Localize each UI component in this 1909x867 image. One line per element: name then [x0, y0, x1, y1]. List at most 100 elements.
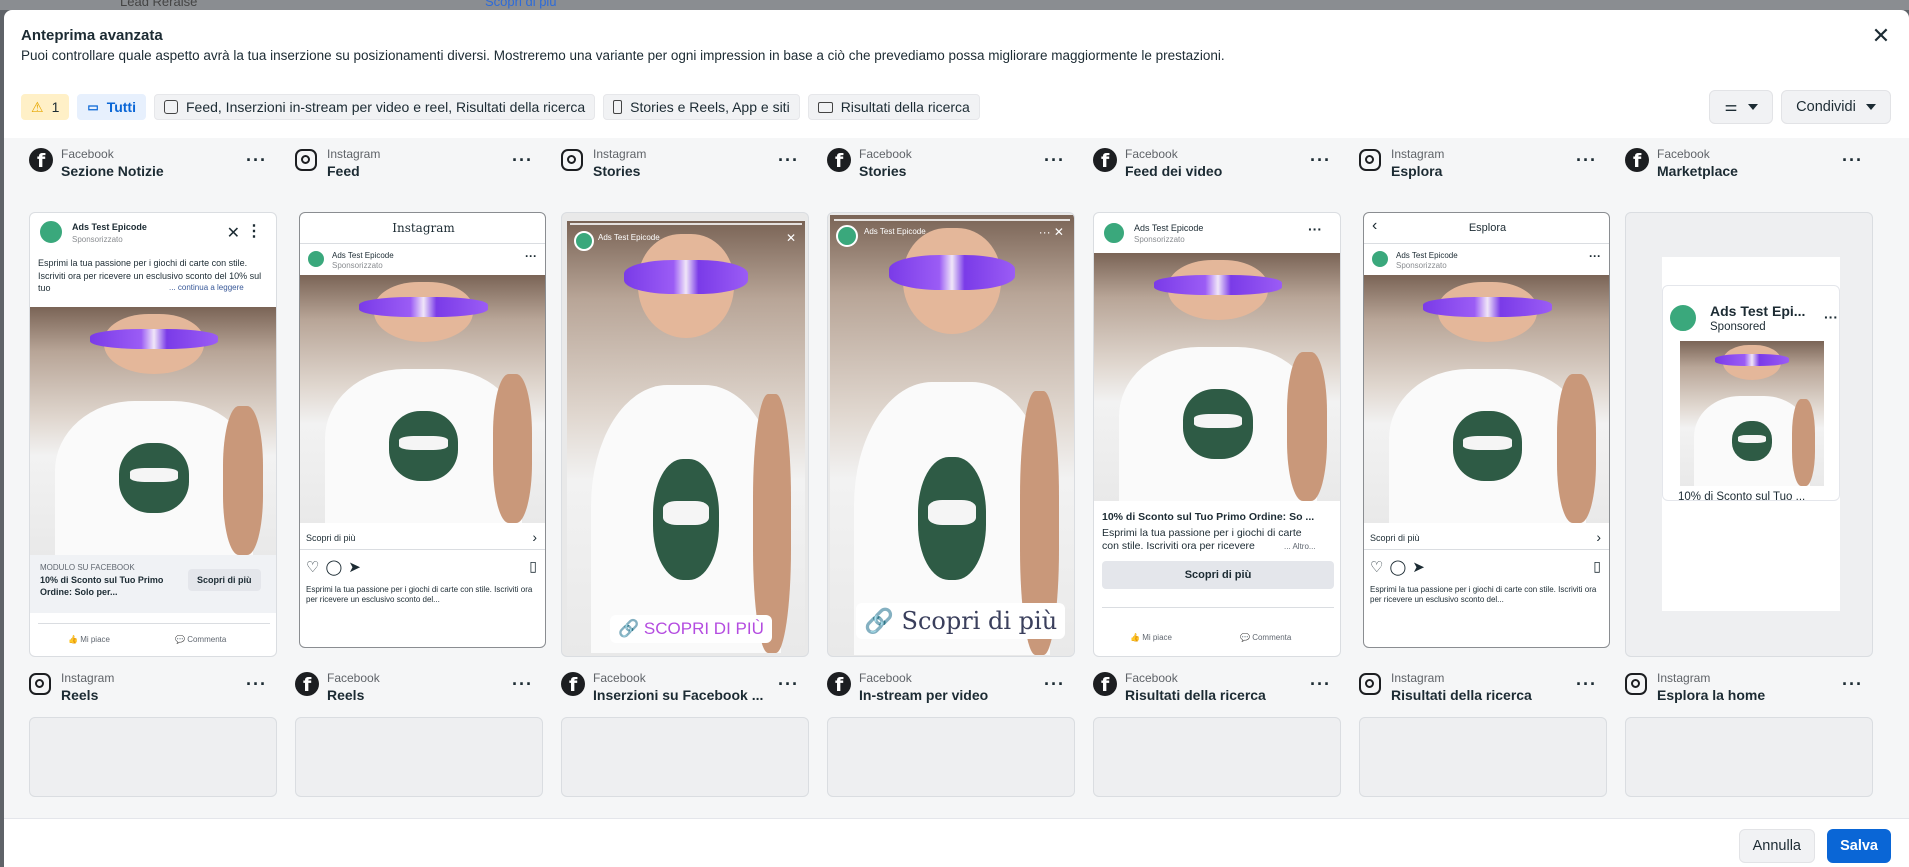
facebook-icon — [561, 672, 585, 696]
close-ad-icon[interactable]: ✕ — [227, 223, 240, 243]
more-options-icon[interactable]: ··· — [525, 249, 537, 263]
story-cta-button[interactable]: 🔗 SCOPRI DI PIÙ — [610, 615, 772, 643]
warning-chip[interactable]: ⚠ 1 — [21, 94, 70, 120]
cta-link[interactable]: Scopri di più — [1370, 533, 1420, 543]
more-options-icon[interactable]: ··· — [778, 150, 799, 171]
more-vertical-icon[interactable]: ⋮ — [246, 221, 262, 241]
sponsored-label: Sponsorizzato — [1396, 261, 1447, 270]
card-header: Instagram Risultati della ricerca ··· — [1359, 662, 1607, 706]
see-more-link[interactable]: ... Altro... — [1284, 542, 1316, 551]
more-options-icon[interactable]: ··· — [1842, 674, 1863, 695]
save-button[interactable]: Salva — [1827, 829, 1891, 863]
instagram-icon — [1625, 673, 1647, 695]
placement-filter-bar: ⚠ 1 ▭ Tutti Feed, Inserzioni in-stream p… — [21, 94, 980, 120]
ad-preview-frame: Ads Test Epi... Sponsored ··· 10% di Sco… — [1625, 212, 1873, 657]
more-options-icon[interactable]: ··· — [1589, 249, 1601, 263]
position-name: Esplora la home — [1657, 687, 1766, 703]
story-cta-label: SCOPRI DI PIÙ — [643, 619, 764, 638]
more-options-icon[interactable]: ··· — [1842, 150, 1863, 171]
chevron-right-icon: › — [532, 529, 537, 545]
more-options-icon[interactable]: ··· — [1308, 221, 1322, 237]
comment-button[interactable]: 💬 Commenta — [1240, 633, 1291, 642]
chevron-right-icon: › — [1596, 529, 1601, 545]
platform-name: Facebook — [859, 147, 912, 161]
more-options-icon[interactable]: ··· — [1576, 674, 1597, 695]
filter-feed-chip[interactable]: Feed, Inserzioni in-stream per video e r… — [153, 94, 596, 120]
more-options-icon[interactable]: ··· — [1824, 309, 1838, 325]
position-name: Esplora — [1391, 163, 1443, 179]
ad-preview-frame — [1093, 717, 1341, 797]
more-options-icon[interactable]: ··· — [512, 150, 533, 171]
modal-title: Anteprima avanzata — [21, 27, 163, 44]
more-options-icon[interactable]: ··· — [512, 674, 533, 695]
share-label: Condividi — [1796, 99, 1856, 115]
page-avatar — [574, 231, 594, 251]
ad-image — [830, 215, 1074, 655]
monitor-icon — [817, 101, 833, 113]
instagram-logo: Instagram — [392, 221, 455, 235]
card-header: Facebook In-stream per video ··· — [827, 662, 1075, 706]
close-icon[interactable]: ✕ — [786, 231, 796, 245]
close-icon[interactable]: ✕ — [1869, 24, 1893, 48]
instagram-icon — [295, 149, 317, 171]
checkbox-icon — [163, 100, 178, 114]
platform-name: Instagram — [1391, 147, 1445, 161]
more-options-icon[interactable]: ··· — [1044, 674, 1065, 695]
comment-label: Commenta — [1252, 633, 1292, 642]
bookmark-icon[interactable]: ▯ — [1593, 558, 1601, 575]
facebook-icon — [29, 148, 53, 172]
cta-link[interactable]: Scopri di più — [306, 533, 356, 543]
more-options-icon[interactable]: ··· — [1576, 150, 1597, 171]
more-options-icon[interactable]: ··· — [246, 150, 267, 171]
headline: 10% di Sconto sul Tuo ... — [1678, 491, 1806, 503]
warning-icon: ⚠ — [31, 98, 44, 115]
engagement-icons[interactable]: ♡◯➤ — [306, 558, 367, 576]
comment-button[interactable]: 💬 Commenta — [175, 635, 226, 644]
card-header: Facebook Risultati della ricerca ··· — [1093, 662, 1341, 706]
more-options-icon[interactable]: ··· — [1310, 674, 1331, 695]
see-more-link[interactable]: ... continua a leggere — [165, 283, 244, 292]
filter-stories-chip[interactable]: Stories e Reels, App e siti — [603, 94, 800, 120]
filter-feed-label: Feed, Inserzioni in-stream per video e r… — [185, 99, 586, 115]
close-icon[interactable]: ··· ✕ — [1039, 225, 1064, 239]
more-options-icon[interactable]: ··· — [1310, 150, 1331, 171]
platform-name: Facebook — [1125, 671, 1178, 685]
platform-name: Facebook — [327, 671, 380, 685]
cancel-button[interactable]: Annulla — [1738, 829, 1815, 863]
position-name: Reels — [61, 687, 99, 703]
cta-button[interactable]: Scopri di più — [1102, 561, 1334, 589]
bookmark-icon[interactable]: ▯ — [529, 558, 537, 575]
more-options-icon[interactable]: ··· — [1044, 150, 1065, 171]
background-strip: Lead Reraise Scopri di più — [0, 0, 1909, 10]
position-name: Marketplace — [1657, 163, 1738, 179]
more-options-icon[interactable]: ··· — [778, 674, 799, 695]
page-name: Ads Test Epicode — [1134, 223, 1204, 233]
background-cta-label: Scopri di più — [485, 0, 557, 9]
headline: 10% di Sconto sul Tuo Primo Ordine: So .… — [1102, 511, 1315, 523]
ad-image — [30, 307, 276, 555]
page-name: Ads Test Epicode — [1396, 251, 1458, 260]
ad-preview-frame: Ads Test Epicode Sponsorizzato ··· 10% d… — [1093, 212, 1341, 657]
card-header: Facebook Reels ··· — [295, 662, 543, 706]
more-options-icon[interactable]: ··· — [246, 674, 267, 695]
share-button[interactable]: Condividi — [1781, 90, 1891, 124]
story-cta-button[interactable]: 🔗 Scopri di più — [856, 603, 1066, 639]
like-button[interactable]: 👍 Mi piace — [68, 635, 110, 644]
background-lead-label: Lead Reraise — [120, 0, 198, 9]
cta-button[interactable]: Scopri di più — [188, 569, 261, 591]
settings-dropdown-button[interactable]: ⚌ — [1709, 90, 1773, 124]
facebook-icon — [1093, 672, 1117, 696]
page-name: Ads Test Epi... — [1710, 303, 1806, 319]
filter-all-chip[interactable]: ▭ Tutti — [77, 94, 146, 120]
engagement-icons[interactable]: ♡◯➤ — [1370, 558, 1431, 576]
filter-search-chip[interactable]: Risultati della ricerca — [807, 94, 980, 120]
warning-count: 1 — [51, 99, 60, 115]
like-button[interactable]: 👍 Mi piace — [1130, 633, 1172, 642]
position-name: Stories — [593, 163, 641, 179]
ad-image — [567, 221, 805, 653]
platform-name: Facebook — [1125, 147, 1178, 161]
ig-caption: Esprimi la tua passione per i giochi di … — [1370, 585, 1597, 604]
instagram-icon — [1359, 673, 1381, 695]
like-label: Mi piace — [1142, 633, 1172, 642]
facebook-icon — [1625, 148, 1649, 172]
